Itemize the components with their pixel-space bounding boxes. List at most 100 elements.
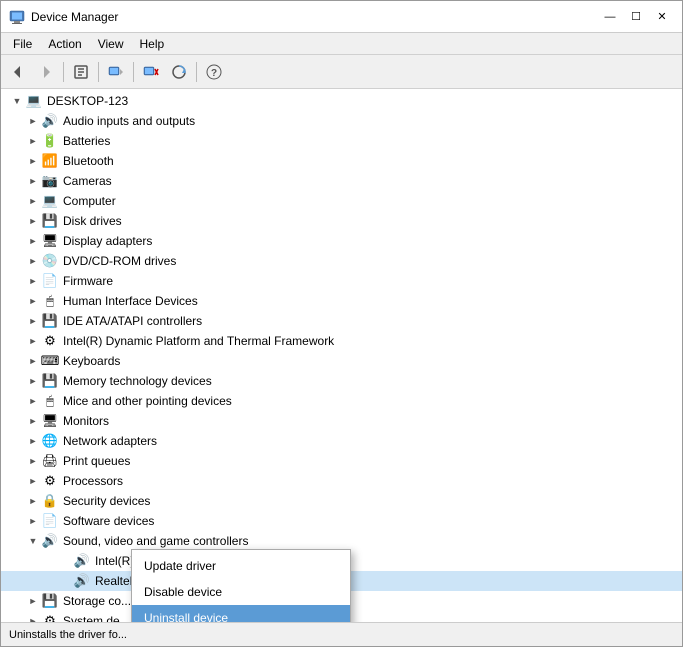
tree-item[interactable]: ► ⚙ Processors	[1, 471, 682, 491]
close-button[interactable]: ✕	[650, 6, 674, 28]
tree-item[interactable]: ► 📷 Cameras	[1, 171, 682, 191]
tree-item[interactable]: ► 🖥 Display adapters	[1, 231, 682, 251]
update-driver-button[interactable]	[103, 59, 129, 85]
tree-expander: ►	[25, 473, 41, 489]
tree-label: Network adapters	[63, 434, 157, 448]
tree-item[interactable]: ► 🔊 Audio inputs and outputs	[1, 111, 682, 131]
toolbar-sep-2	[98, 62, 99, 82]
tree-icon: ⚙	[41, 332, 59, 350]
tree-icon: 🌐	[41, 432, 59, 450]
tree-label: Cameras	[63, 174, 112, 188]
tree-item[interactable]: ▼ 🔊 Sound, video and game controllers	[1, 531, 682, 551]
tree-item[interactable]: ► 📶 Bluetooth	[1, 151, 682, 171]
tree-label: Memory technology devices	[63, 374, 212, 388]
tree-root[interactable]: ▼ 💻 DESKTOP-123	[1, 91, 682, 111]
tree-expander: ►	[25, 613, 41, 622]
tree-item[interactable]: ► ⌨ Keyboards	[1, 351, 682, 371]
tree-label: Bluetooth	[63, 154, 114, 168]
tree-icon: 🔋	[41, 132, 59, 150]
tree-item[interactable]: ► 🖱 Human Interface Devices	[1, 291, 682, 311]
root-expander: ▼	[9, 93, 25, 109]
tree-expander: ►	[25, 593, 41, 609]
forward-button[interactable]	[33, 59, 59, 85]
menu-view[interactable]: View	[90, 35, 132, 53]
tree-icon: 💻	[41, 192, 59, 210]
tree-item[interactable]: ► 💾 Memory technology devices	[1, 371, 682, 391]
tree-icon: 🖥	[41, 412, 59, 430]
uninstall-button[interactable]	[138, 59, 164, 85]
properties-button[interactable]	[68, 59, 94, 85]
device-manager-window: Device Manager — ☐ ✕ File Action View He…	[0, 0, 683, 647]
tree-expander: ►	[25, 333, 41, 349]
tree-label: Firmware	[63, 274, 113, 288]
tree-expander: ▼	[25, 533, 41, 549]
tree-item[interactable]: ► 💾 Disk drives	[1, 211, 682, 231]
minimize-button[interactable]: —	[598, 6, 622, 28]
tree-expander: ►	[25, 413, 41, 429]
tree-label: DVD/CD-ROM drives	[63, 254, 176, 268]
tree-item[interactable]: ► 🔋 Batteries	[1, 131, 682, 151]
help-button[interactable]: ?	[201, 59, 227, 85]
tree-expander: ►	[25, 493, 41, 509]
tree-item[interactable]: ► 💾 IDE ATA/ATAPI controllers	[1, 311, 682, 331]
scan-button[interactable]	[166, 59, 192, 85]
status-text: Uninstalls the driver fo...	[9, 629, 127, 641]
tree-expander: ►	[25, 113, 41, 129]
tree-label: Disk drives	[63, 214, 122, 228]
toolbar: ?	[1, 55, 682, 89]
tree-view[interactable]: ▼ 💻 DESKTOP-123 ► 🔊 Audio inputs and out…	[1, 89, 682, 622]
tree-item[interactable]: ► 💿 DVD/CD-ROM drives	[1, 251, 682, 271]
tree-icon: 🔊	[73, 552, 91, 570]
ctx-disable-device[interactable]: Disable device	[132, 579, 350, 605]
tree-expander: ►	[25, 393, 41, 409]
menu-help[interactable]: Help	[132, 35, 173, 53]
tree-label: Software devices	[63, 514, 154, 528]
tree-expander: ►	[25, 453, 41, 469]
maximize-button[interactable]: ☐	[624, 6, 648, 28]
tree-icon: 🖱	[41, 292, 59, 310]
tree-icon: 🖱	[41, 392, 59, 410]
tree-item[interactable]: ► ⚙ Intel(R) Dynamic Platform and Therma…	[1, 331, 682, 351]
toolbar-sep-4	[196, 62, 197, 82]
title-bar-left: Device Manager	[9, 9, 118, 25]
tree-expander: ►	[25, 193, 41, 209]
tree-label: Batteries	[63, 134, 110, 148]
root-icon: 💻	[25, 92, 43, 110]
tree-item[interactable]: ► 🔒 Security devices	[1, 491, 682, 511]
tree-icon: 🖥	[41, 232, 59, 250]
tree-label: Security devices	[63, 494, 150, 508]
status-bar: Uninstalls the driver fo...	[1, 622, 682, 646]
tree-expander: ►	[25, 153, 41, 169]
ctx-update-driver[interactable]: Update driver	[132, 553, 350, 579]
menu-action[interactable]: Action	[40, 35, 89, 53]
tree-expander: ►	[25, 213, 41, 229]
back-button[interactable]	[5, 59, 31, 85]
tree-label: Display adapters	[63, 234, 152, 248]
menu-file[interactable]: File	[5, 35, 40, 53]
tree-icon: ⚙	[41, 612, 59, 622]
tree-expander: ►	[25, 293, 41, 309]
tree-icon: 🔊	[41, 532, 59, 550]
tree-expander: ►	[25, 373, 41, 389]
tree-item[interactable]: ► 🖱 Mice and other pointing devices	[1, 391, 682, 411]
tree-item[interactable]: ► 📄 Firmware	[1, 271, 682, 291]
tree-label: Sound, video and game controllers	[63, 534, 248, 548]
tree-item[interactable]: ► 📄 Software devices	[1, 511, 682, 531]
app-icon	[9, 9, 25, 25]
svg-text:?: ?	[211, 68, 217, 79]
ctx-uninstall-device[interactable]: Uninstall device	[132, 605, 350, 622]
menu-bar: File Action View Help	[1, 33, 682, 55]
tree-icon: ⌨	[41, 352, 59, 370]
tree-expander: ►	[25, 273, 41, 289]
tree-item[interactable]: ► 💻 Computer	[1, 191, 682, 211]
tree-expander: ►	[25, 233, 41, 249]
tree-icon: 💾	[41, 212, 59, 230]
tree-item[interactable]: ► 🖨 Print queues	[1, 451, 682, 471]
tree-item[interactable]: ► 🖥 Monitors	[1, 411, 682, 431]
tree-expander: ►	[25, 173, 41, 189]
tree-label: System de...	[63, 614, 130, 622]
tree-expander	[57, 573, 73, 589]
tree-icon: 🔊	[73, 572, 91, 590]
tree-item[interactable]: ► 🌐 Network adapters	[1, 431, 682, 451]
tree-label: Storage co...	[63, 594, 131, 608]
